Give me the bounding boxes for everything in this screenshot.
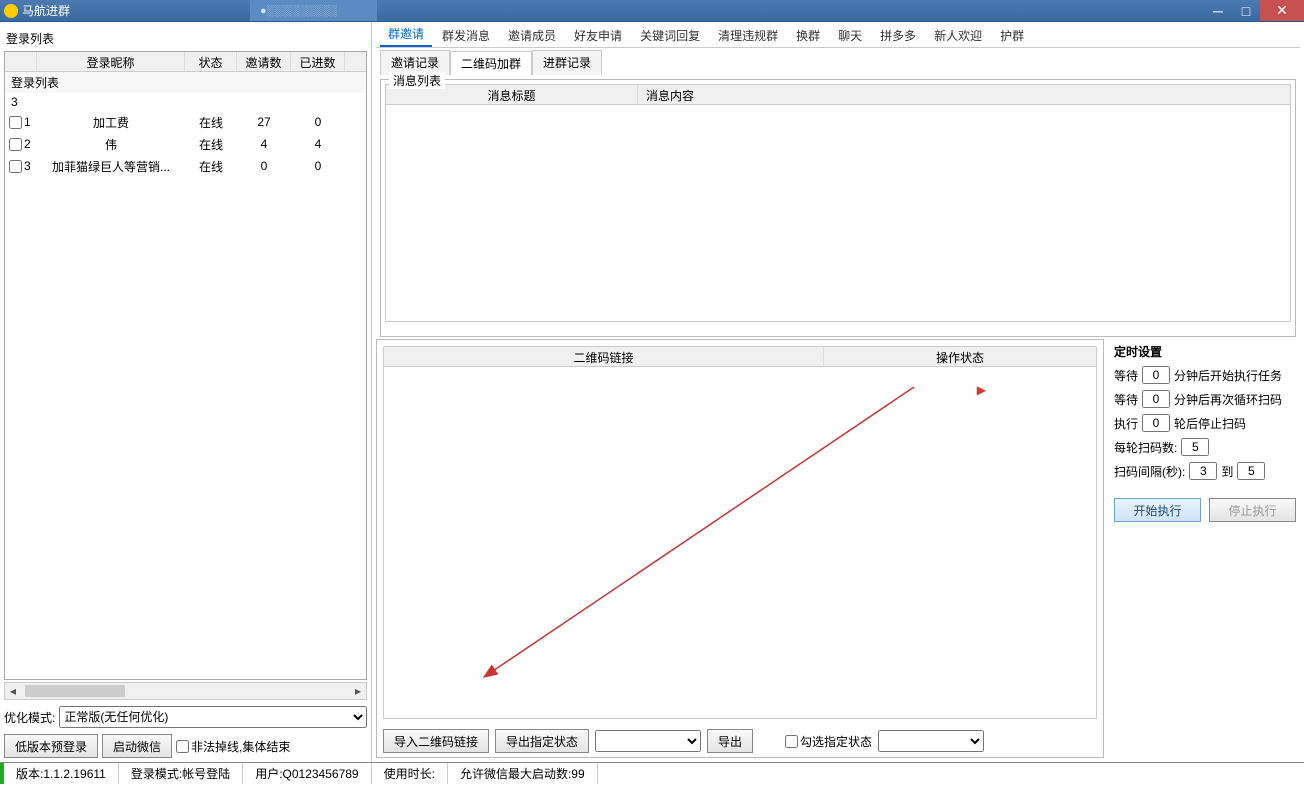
background-tab: ● ░░░░░░░░░ <box>250 0 377 21</box>
play-icon: ▶ <box>977 383 986 397</box>
scroll-thumb[interactable] <box>25 685 125 697</box>
qr-col-link[interactable]: 二维码链接 <box>384 347 824 366</box>
count-row: 3 <box>5 93 366 111</box>
import-qr-button[interactable]: 导入二维码链接 <box>383 729 489 753</box>
qr-grid: 二维码链接 操作状态 ▶ <box>383 346 1097 719</box>
window-title: 马航进群 <box>22 2 70 19</box>
stop-exec-button[interactable]: 停止执行 <box>1209 498 1296 522</box>
tab-6[interactable]: 换群 <box>788 24 828 47</box>
message-list-legend: 消息列表 <box>389 72 445 89</box>
subtab-2[interactable]: 进群记录 <box>532 50 602 75</box>
row-checkbox[interactable] <box>9 116 22 129</box>
app-icon <box>4 4 18 18</box>
run-rounds-input[interactable] <box>1142 414 1170 432</box>
row-checkbox[interactable] <box>9 138 22 151</box>
col-inv[interactable]: 邀请数 <box>237 52 291 71</box>
optimize-select[interactable]: 正常版(无任何优化) <box>59 706 367 728</box>
tab-5[interactable]: 清理违规群 <box>710 24 786 47</box>
scroll-right-icon[interactable]: ▸ <box>350 684 366 698</box>
message-list-group: 消息列表 消息标题 消息内容 <box>380 79 1296 337</box>
lowver-login-button[interactable]: 低版本预登录 <box>4 734 98 758</box>
tab-1[interactable]: 群发消息 <box>434 24 498 47</box>
status-time: 使用时长: <box>372 763 448 784</box>
wait-loop-input[interactable] <box>1142 390 1170 408</box>
timer-panel: 定时设置 等待分钟后开始执行任务 等待分钟后再次循环扫码 执行轮后停止扫码 每轮… <box>1110 339 1300 758</box>
titlebar: 马航进群 ● ░░░░░░░░░ ─ □ ✕ <box>0 0 1304 22</box>
start-wechat-button[interactable]: 启动微信 <box>102 734 172 758</box>
statusbar: 版本:1.1.2.19611 登录模式:帐号登陆 用户:Q0123456789 … <box>0 762 1304 784</box>
timer-title: 定时设置 <box>1114 343 1296 360</box>
scroll-left-icon[interactable]: ◂ <box>5 684 21 698</box>
row-checkbox[interactable] <box>9 160 22 173</box>
illegal-offline-checkbox[interactable]: 非法掉线,集体结束 <box>176 738 290 755</box>
maximize-button[interactable]: □ <box>1232 0 1260 21</box>
status-user: 用户:Q0123456789 <box>243 763 371 784</box>
tab-9[interactable]: 新人欢迎 <box>926 24 990 47</box>
login-row[interactable]: 2 伟 在线 4 4 <box>5 133 366 155</box>
status-max: 允许微信最大启动数:99 <box>448 763 598 784</box>
annotation-arrow <box>474 377 924 687</box>
tab-0[interactable]: 群邀请 <box>380 22 432 47</box>
tab-2[interactable]: 邀请成员 <box>500 24 564 47</box>
col-checkbox <box>5 52 37 71</box>
message-grid: 消息标题 消息内容 <box>385 84 1291 322</box>
export-button[interactable]: 导出 <box>707 729 753 753</box>
tab-8[interactable]: 拼多多 <box>872 24 924 47</box>
login-list-title: 登录列表 <box>4 26 367 51</box>
qr-panel: 二维码链接 操作状态 ▶ 导入二维码链接 导出指定状态 导出 <box>376 339 1104 758</box>
col-status[interactable]: 状态 <box>185 52 237 71</box>
login-row[interactable]: 1 加工费 在线 27 0 <box>5 111 366 133</box>
col-nick[interactable]: 登录昵称 <box>37 52 185 71</box>
check-status-checkbox[interactable]: 勾选指定状态 <box>785 733 872 750</box>
export-status-select[interactable] <box>595 730 701 752</box>
msg-col-content[interactable]: 消息内容 <box>638 85 1290 104</box>
login-row[interactable]: 3 加菲猫绿巨人等营销... 在线 0 0 <box>5 155 366 177</box>
status-version: 版本:1.1.2.19611 <box>0 763 119 784</box>
export-status-button[interactable]: 导出指定状态 <box>495 729 589 753</box>
tab-3[interactable]: 好友申请 <box>566 24 630 47</box>
qr-col-status[interactable]: 操作状态 <box>824 347 1096 366</box>
scan-per-round-input[interactable] <box>1181 438 1209 456</box>
col-joined[interactable]: 已进数 <box>291 52 345 71</box>
interval-min-input[interactable] <box>1189 462 1217 480</box>
close-button[interactable]: ✕ <box>1260 0 1304 21</box>
tab-10[interactable]: 护群 <box>992 24 1032 47</box>
start-exec-button[interactable]: 开始执行 <box>1114 498 1201 522</box>
h-scrollbar[interactable]: ◂ ▸ <box>4 682 367 700</box>
interval-max-input[interactable] <box>1237 462 1265 480</box>
group-row[interactable]: 登录列表 <box>5 72 366 93</box>
tab-7[interactable]: 聊天 <box>830 24 870 47</box>
tab-4[interactable]: 关键词回复 <box>632 24 708 47</box>
minimize-button[interactable]: ─ <box>1204 0 1232 21</box>
status-mode: 登录模式:帐号登陆 <box>119 763 243 784</box>
sub-tabs: 邀请记录二维码加群进群记录 <box>376 48 1300 77</box>
main-tabs: 群邀请群发消息邀请成员好友申请关键词回复清理违规群换群聊天拼多多新人欢迎护群 <box>376 26 1300 48</box>
subtab-1[interactable]: 二维码加群 <box>450 51 532 76</box>
left-panel: 登录列表 登录昵称 状态 邀请数 已进数 登录列表 3 1 加工费 在线 27 … <box>0 22 372 762</box>
right-panel: 群邀请群发消息邀请成员好友申请关键词回复清理违规群换群聊天拼多多新人欢迎护群 邀… <box>372 22 1304 762</box>
optimize-label: 优化模式: <box>4 709 55 726</box>
check-status-select[interactable] <box>878 730 984 752</box>
wait-start-input[interactable] <box>1142 366 1170 384</box>
login-grid: 登录昵称 状态 邀请数 已进数 登录列表 3 1 加工费 在线 27 0 2 伟… <box>4 51 367 680</box>
